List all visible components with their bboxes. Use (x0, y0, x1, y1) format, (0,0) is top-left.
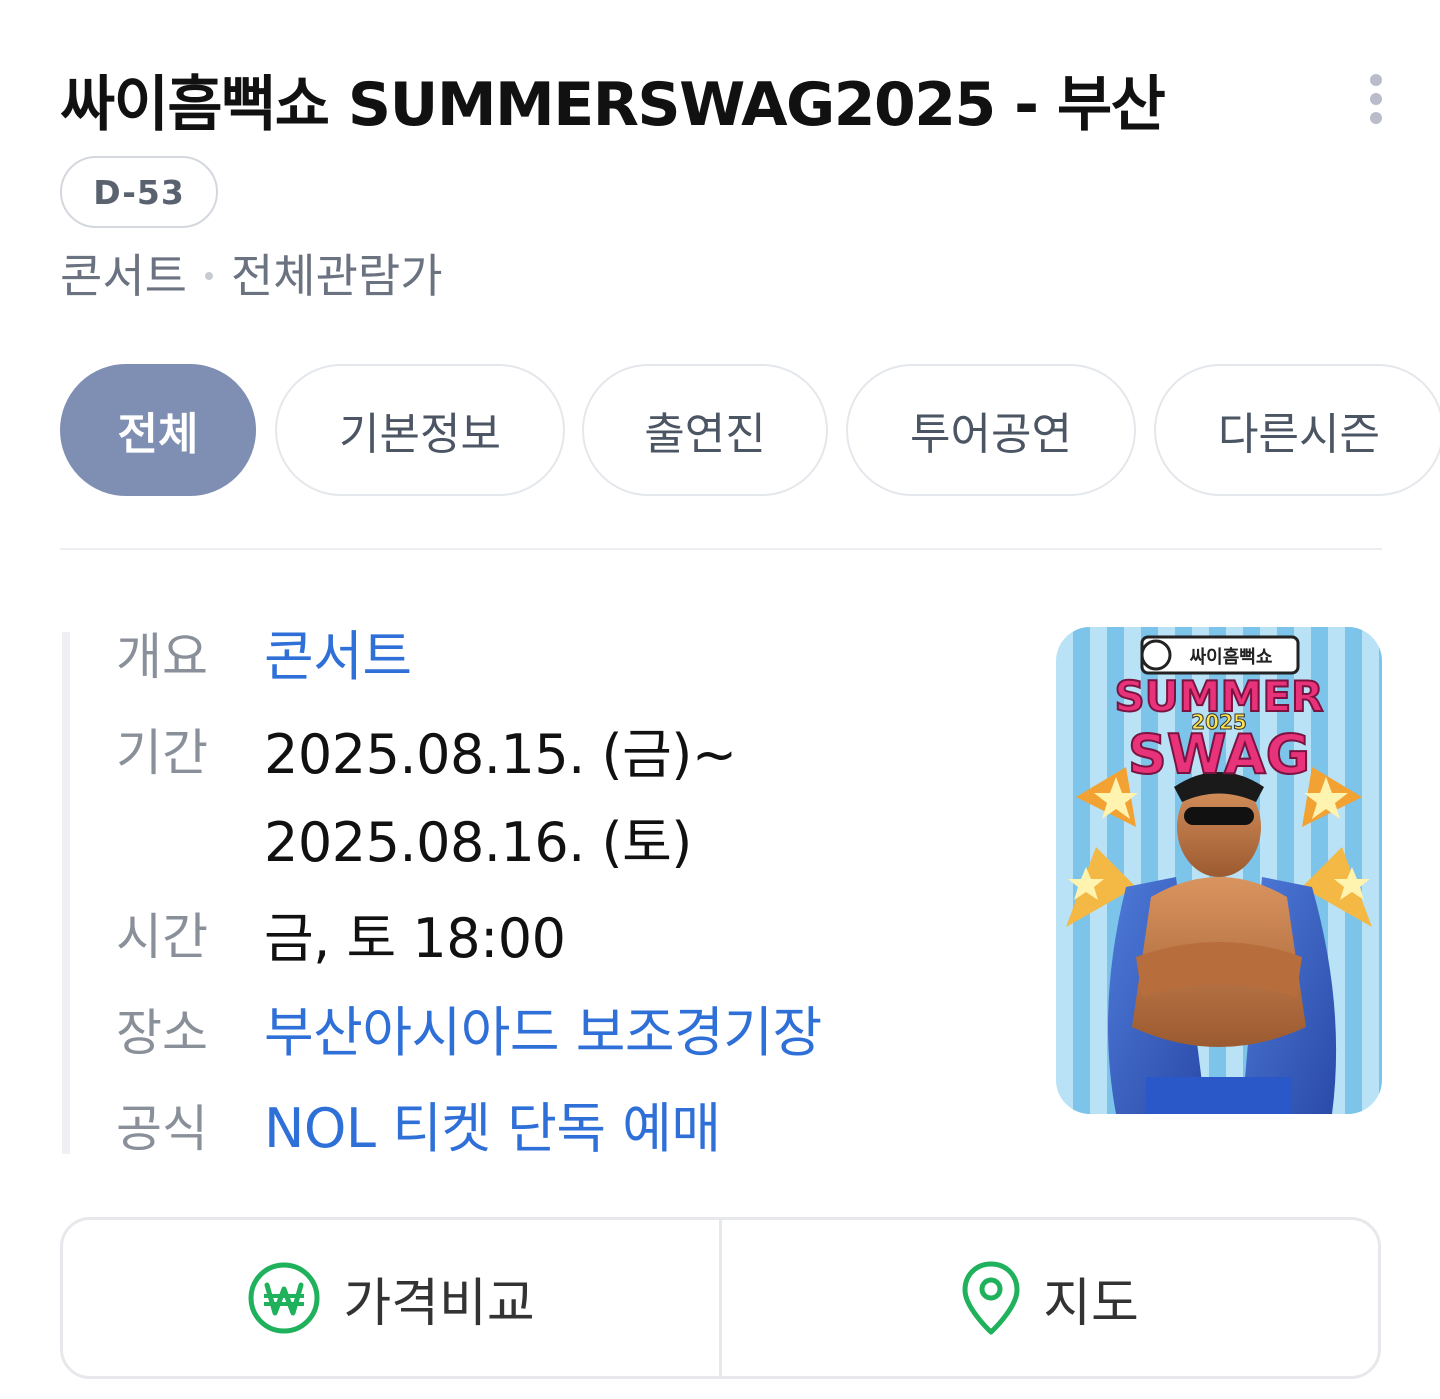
map-pin-icon (961, 1260, 1021, 1336)
rating-text: 전체관람가 (230, 249, 443, 303)
period-start: 2025.08.15. (금)~ (264, 723, 737, 786)
poster-line2: SWAG (1128, 723, 1310, 786)
tab-tour[interactable]: 투어공연 (846, 364, 1136, 496)
section-divider (60, 548, 1382, 550)
time-label: 시간 (116, 908, 208, 966)
official-ticket-link[interactable]: NOL 티켓 단독 예매 (264, 1094, 721, 1164)
dday-badge: D-53 (60, 156, 218, 228)
venue-label: 장소 (116, 1004, 208, 1062)
genre-text: 콘서트 (60, 249, 187, 303)
page-title: 싸이흠뻑쇼 SUMMERSWAG2025 - 부산 (60, 70, 1166, 140)
more-dot (1370, 112, 1382, 124)
event-poster[interactable]: 싸이흠뻑쇼 SUMMER 2025 SWAG (1056, 627, 1382, 1114)
more-dot (1370, 93, 1382, 105)
official-label: 공식 (116, 1100, 208, 1158)
won-circle-icon (247, 1261, 321, 1335)
price-compare-button[interactable]: 가격비교 (63, 1220, 719, 1376)
overview-label: 개요 (116, 628, 208, 686)
tab-all[interactable]: 전체 (60, 364, 256, 496)
separator-dot (204, 272, 213, 280)
tab-bar: 전체 기본정보 출연진 투어공연 다른시즌 (60, 364, 1440, 498)
action-bar: 가격비교 지도 (60, 1217, 1381, 1379)
more-options-button[interactable] (1356, 70, 1396, 128)
map-label: 지도 (1043, 1273, 1139, 1334)
period-label: 기간 (116, 724, 208, 782)
period-end: 2025.08.16. (토) (264, 811, 692, 874)
overview-link[interactable]: 콘서트 (264, 622, 412, 692)
info-accent-bar (62, 632, 70, 1154)
price-compare-label: 가격비교 (343, 1273, 535, 1334)
more-vertical-icon (1370, 74, 1382, 86)
tab-cast[interactable]: 출연진 (582, 364, 828, 496)
venue-link[interactable]: 부산아시아드 보조경기장 (264, 998, 822, 1068)
event-meta: 콘서트 전체관람가 (60, 244, 443, 308)
poster-logo-text: 싸이흠뻑쇼 (1190, 646, 1273, 668)
poster-image: 싸이흠뻑쇼 SUMMER 2025 SWAG (1056, 627, 1382, 1114)
event-info-card: 싸이흠뻑쇼 SUMMERSWAG2025 - 부산 D-53 콘서트 전체관람가… (0, 0, 1440, 1399)
tab-basic-info[interactable]: 기본정보 (275, 364, 565, 496)
tab-other-seasons[interactable]: 다른시즌 (1154, 364, 1440, 496)
map-button[interactable]: 지도 (719, 1220, 1378, 1376)
time-value: 금, 토 18:00 (264, 907, 566, 970)
